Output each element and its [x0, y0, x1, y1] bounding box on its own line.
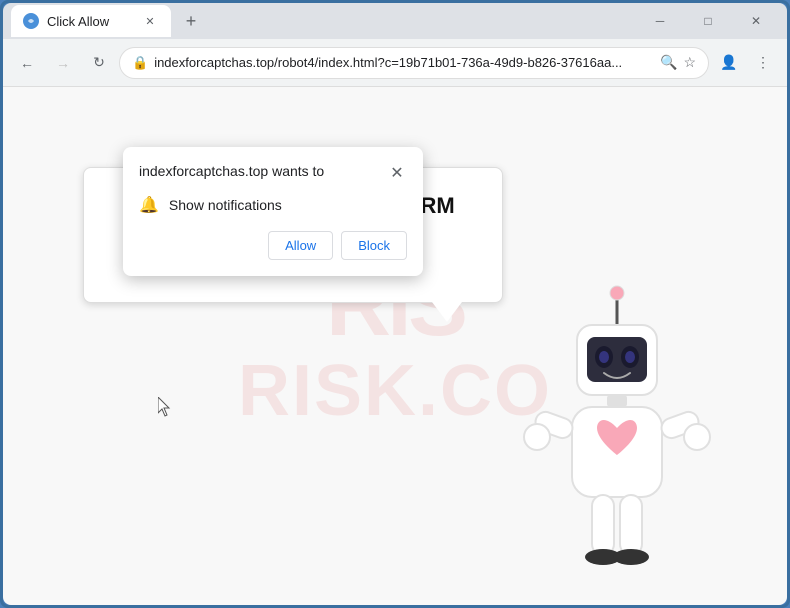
bookmark-icon: ☆ — [683, 54, 696, 71]
block-button[interactable]: Block — [341, 231, 407, 260]
tab-close-button[interactable]: ✕ — [141, 12, 159, 30]
permission-item-notifications: 🔔 Show notifications — [139, 195, 407, 215]
allow-button[interactable]: Allow — [268, 231, 333, 260]
window-controls: ─ □ ✕ — [637, 3, 779, 39]
permission-title: indexforcaptchas.top wants to — [139, 163, 324, 179]
tab-favicon — [23, 13, 39, 29]
watermark-bottom: RISK.CO — [238, 350, 552, 432]
title-bar-left: Click Allow ✕ + — [11, 5, 637, 37]
profile-button[interactable]: 👤 — [713, 47, 745, 79]
active-tab[interactable]: Click Allow ✕ — [11, 5, 171, 37]
browser-window: Click Allow ✕ + ─ □ ✕ ← → ↻ 🔒 indexforca… — [3, 3, 787, 605]
mouse-cursor — [158, 397, 172, 417]
nav-right-icons: 👤 ⋮ — [713, 47, 779, 79]
navigation-bar: ← → ↻ 🔒 indexforcaptchas.top/robot4/inde… — [3, 39, 787, 87]
bell-icon: 🔔 — [139, 195, 159, 215]
dialog-close-button[interactable]: ✕ — [387, 163, 407, 183]
close-button[interactable]: ✕ — [733, 3, 779, 39]
forward-button[interactable]: → — [47, 47, 79, 79]
minimize-button[interactable]: ─ — [637, 3, 683, 39]
url-text: indexforcaptchas.top/robot4/index.html?c… — [154, 55, 654, 70]
browser-content: RiS RISK.CO indexforcaptchas.top wants t… — [3, 87, 787, 605]
title-bar: Click Allow ✕ + ─ □ ✕ — [3, 3, 787, 39]
tab-title: Click Allow — [47, 14, 109, 29]
search-icon: 🔍 — [660, 54, 677, 71]
notification-label: Show notifications — [169, 197, 282, 213]
back-button[interactable]: ← — [11, 47, 43, 79]
menu-button[interactable]: ⋮ — [747, 47, 779, 79]
permission-buttons: Allow Block — [139, 231, 407, 260]
address-bar[interactable]: 🔒 indexforcaptchas.top/robot4/index.html… — [119, 47, 709, 79]
lock-icon: 🔒 — [132, 55, 148, 71]
permission-dialog-header: indexforcaptchas.top wants to ✕ — [139, 163, 407, 183]
maximize-button[interactable]: □ — [685, 3, 731, 39]
permission-dialog: indexforcaptchas.top wants to ✕ 🔔 Show n… — [123, 147, 423, 276]
refresh-button[interactable]: ↻ — [83, 47, 115, 79]
new-tab-button[interactable]: + — [177, 7, 205, 35]
robot-illustration — [507, 285, 727, 605]
